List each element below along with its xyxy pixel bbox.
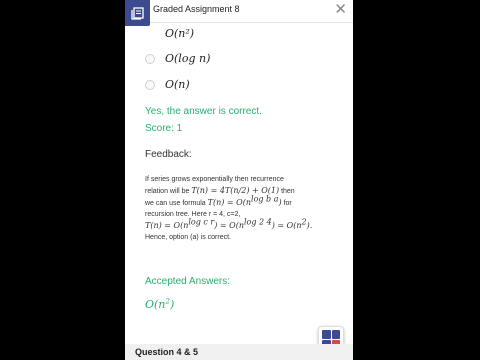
- feedback-line: Hence, option (a) is correct.: [145, 234, 231, 241]
- assignment-icon[interactable]: [125, 0, 150, 26]
- accepted-answer: O(n2): [145, 296, 175, 311]
- footer-title: Question 4 & 5: [135, 347, 199, 357]
- option-label: O(n): [165, 78, 190, 91]
- feedback-line: If series grows exponentially then recur…: [145, 176, 284, 183]
- close-icon[interactable]: ✕: [334, 1, 347, 19]
- top-bar: Graded Assignment 8 ✕: [125, 0, 353, 26]
- feedback-line: relation will be T(n) = 4T(n/2) + O(1) t…: [145, 186, 295, 195]
- page-title: Graded Assignment 8: [153, 4, 240, 14]
- app-screen: Graded Assignment 8 ✕ O(n²) O(log n) O(n…: [125, 0, 353, 360]
- question-footer[interactable]: Question 4 & 5: [125, 344, 353, 360]
- feedback-body: If series grows exponentially then recur…: [145, 174, 345, 243]
- option-n-squared[interactable]: O(n²): [145, 27, 194, 40]
- option-label: O(log n): [165, 52, 211, 65]
- accepted-answers-heading: Accepted Answers:: [145, 276, 231, 287]
- radio-button[interactable]: [145, 79, 155, 90]
- feedback-heading: Feedback:: [145, 149, 192, 160]
- calculator-key: [331, 330, 340, 339]
- score-text: Score: 1: [145, 123, 183, 134]
- radio-button[interactable]: [145, 53, 155, 64]
- feedback-line: we can use formula T(n) = O(nlog b a) fo…: [145, 194, 292, 207]
- feedback-line: T(n) = O(nlog c r) = O(nlog 2 4) = O(n2)…: [145, 217, 313, 230]
- option-n[interactable]: O(n): [145, 78, 190, 91]
- result-message: Yes, the answer is correct.: [145, 106, 262, 117]
- calculator-key: [322, 330, 331, 339]
- option-label: O(n²): [165, 27, 195, 40]
- option-log-n[interactable]: O(log n): [145, 52, 210, 65]
